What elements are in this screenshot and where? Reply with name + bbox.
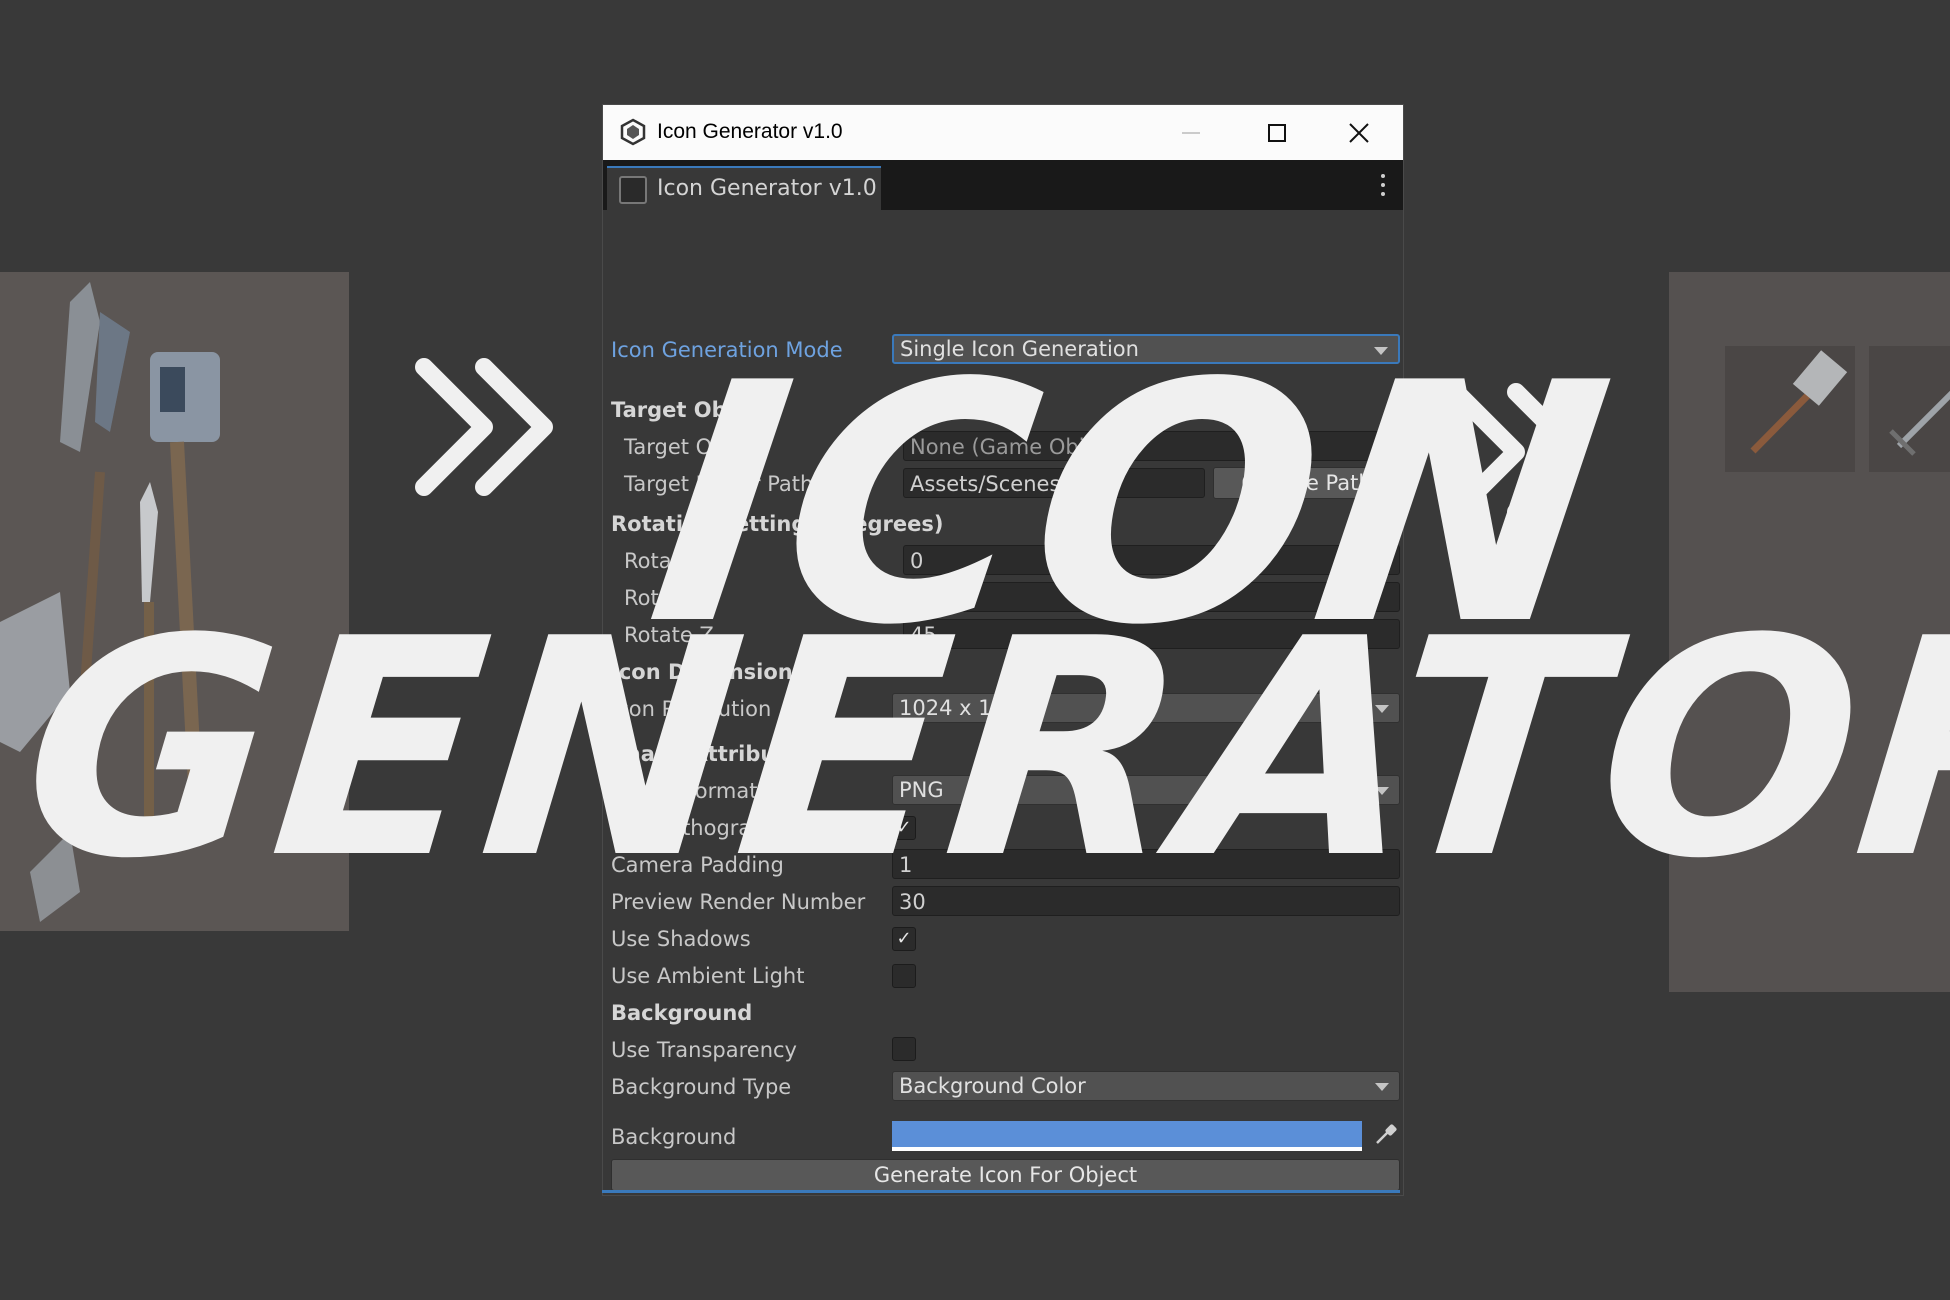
window-bottom-edge xyxy=(602,1190,1400,1193)
unity-logo-icon xyxy=(620,118,646,146)
chevron-down-icon xyxy=(1375,1083,1389,1091)
hammer-icon xyxy=(1750,350,1848,454)
shadows-label: Use Shadows xyxy=(611,927,751,951)
hammer-thumbnail[interactable] xyxy=(1725,346,1855,472)
window-title: Icon Generator v1.0 xyxy=(657,120,843,143)
checkmark-icon: ✓ xyxy=(896,928,912,949)
editor-tabbar: Icon Generator v1.0 xyxy=(603,160,1403,212)
overlay-title-generator: GENERATOR xyxy=(9,575,1950,924)
maximize-button[interactable] xyxy=(1237,105,1317,160)
ambient-label: Use Ambient Light xyxy=(611,964,805,988)
minimize-button[interactable] xyxy=(1151,105,1231,160)
ambient-checkbox[interactable] xyxy=(892,964,916,988)
sword-thumbnail[interactable] xyxy=(1869,346,1950,472)
bg-type-dropdown[interactable]: Background Color xyxy=(892,1071,1400,1101)
double-chevron-right-icon xyxy=(415,358,553,496)
bg-type-value: Background Color xyxy=(899,1074,1086,1098)
sword-icon xyxy=(1889,390,1950,456)
bg-color-label: Background xyxy=(611,1125,737,1149)
window-titlebar[interactable]: Icon Generator v1.0 xyxy=(603,105,1403,160)
bg-type-label: Background Type xyxy=(611,1075,792,1099)
shadows-checkbox[interactable]: ✓ xyxy=(892,927,916,951)
more-options-button[interactable] xyxy=(1379,174,1387,196)
minimize-icon xyxy=(1182,131,1200,134)
transparency-label: Use Transparency xyxy=(611,1038,797,1062)
section-background: Background xyxy=(611,1001,753,1025)
tab-label: Icon Generator v1.0 xyxy=(657,176,877,201)
tab-icon-generator[interactable]: Icon Generator v1.0 xyxy=(607,166,881,212)
close-icon xyxy=(1349,122,1369,143)
eyedropper-icon[interactable] xyxy=(1371,1121,1399,1149)
close-button[interactable] xyxy=(1319,105,1399,160)
generate-icon-button[interactable]: Generate Icon For Object xyxy=(611,1159,1400,1191)
transparency-checkbox[interactable] xyxy=(892,1037,916,1061)
bg-color-swatch[interactable] xyxy=(892,1121,1362,1151)
window-tab-icon xyxy=(619,176,647,204)
maximize-icon xyxy=(1268,123,1286,142)
more-options-icon xyxy=(1381,174,1385,178)
